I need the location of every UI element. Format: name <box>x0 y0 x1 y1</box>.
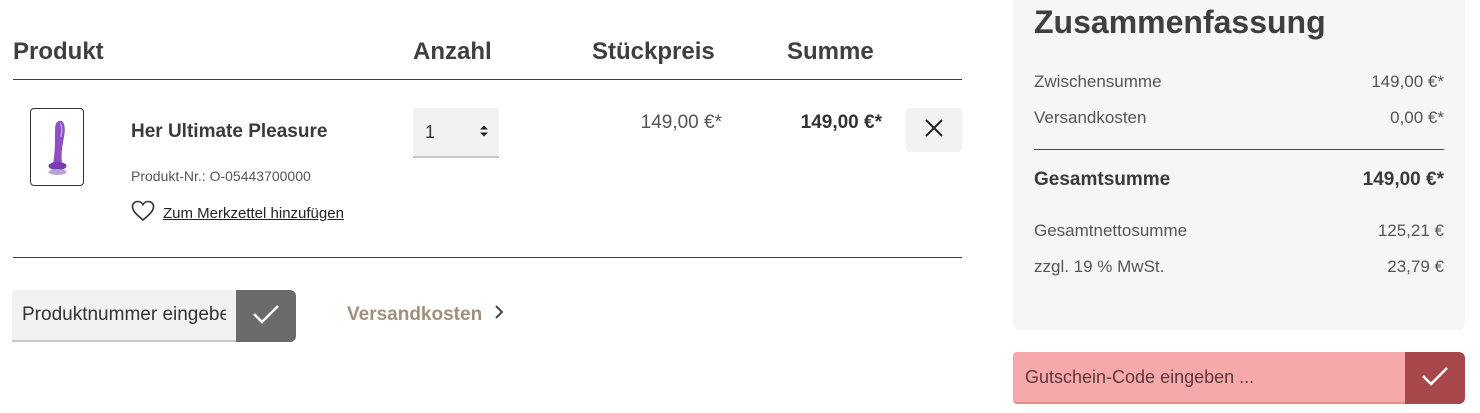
quantity-select[interactable]: 1 <box>413 108 499 158</box>
summary-subtotal-row: Zwischensumme 149,00 €* <box>1034 72 1444 92</box>
heart-icon <box>131 200 155 226</box>
product-number-input[interactable] <box>12 290 236 342</box>
column-header-quantity: Anzahl <box>413 38 492 65</box>
net-total-label: Gesamtnettosumme <box>1034 221 1188 240</box>
quantity-value: 1 <box>425 121 436 142</box>
product-name[interactable]: Her Ultimate Pleasure <box>131 121 327 143</box>
vat-label: zzgl. 19 % MwSt. <box>1034 257 1165 276</box>
checkmark-icon <box>1421 365 1449 392</box>
shipping-value: 0,00 €* <box>1390 108 1444 127</box>
voucher-code-input[interactable] <box>1013 352 1405 404</box>
shipping-costs-link[interactable]: Versandkosten <box>347 304 504 326</box>
column-header-total: Summe <box>787 38 874 65</box>
summary-grand-total-row: Gesamtsumme 149,00 €* <box>1034 169 1444 191</box>
subtotal-value: 149,00 €* <box>1371 72 1444 91</box>
remove-item-button[interactable] <box>906 108 962 152</box>
close-icon <box>924 118 944 143</box>
summary-vat-row: zzgl. 19 % MwSt. 23,79 € <box>1034 257 1444 277</box>
summary-title: Zusammenfassung <box>1034 4 1326 40</box>
add-to-wishlist-link[interactable]: Zum Merkzettel hinzufügen <box>131 200 344 226</box>
summary-net-total-row: Gesamtnettosumme 125,21 € <box>1034 221 1444 241</box>
summary-divider <box>1034 149 1444 150</box>
select-arrows-icon <box>479 122 489 143</box>
shipping-label: Versandkosten <box>1034 108 1147 127</box>
shipping-costs-label: Versandkosten <box>347 304 483 325</box>
chevron-right-icon <box>494 304 504 326</box>
vat-value: 23,79 € <box>1387 257 1444 276</box>
column-header-product: Produkt <box>13 38 104 65</box>
add-product-button[interactable] <box>236 290 296 342</box>
row-divider <box>13 257 962 258</box>
summary-shipping-row: Versandkosten 0,00 €* <box>1034 108 1444 128</box>
grand-total-label: Gesamtsumme <box>1034 169 1171 190</box>
unit-price: 149,00 €* <box>640 112 722 133</box>
apply-voucher-button[interactable] <box>1405 352 1465 404</box>
wishlist-label: Zum Merkzettel hinzufügen <box>163 204 344 222</box>
subtotal-label: Zwischensumme <box>1034 72 1162 91</box>
header-divider <box>13 79 962 80</box>
checkmark-icon <box>252 303 280 330</box>
product-image[interactable] <box>30 108 84 186</box>
column-header-unit-price: Stückpreis <box>592 38 715 65</box>
product-number: Produkt-Nr.: O-05443700000 <box>131 168 311 184</box>
net-total-value: 125,21 € <box>1377 221 1444 240</box>
summary-panel <box>1013 0 1465 330</box>
line-total: 149,00 €* <box>800 112 882 133</box>
grand-total-value: 149,00 €* <box>1362 169 1444 190</box>
